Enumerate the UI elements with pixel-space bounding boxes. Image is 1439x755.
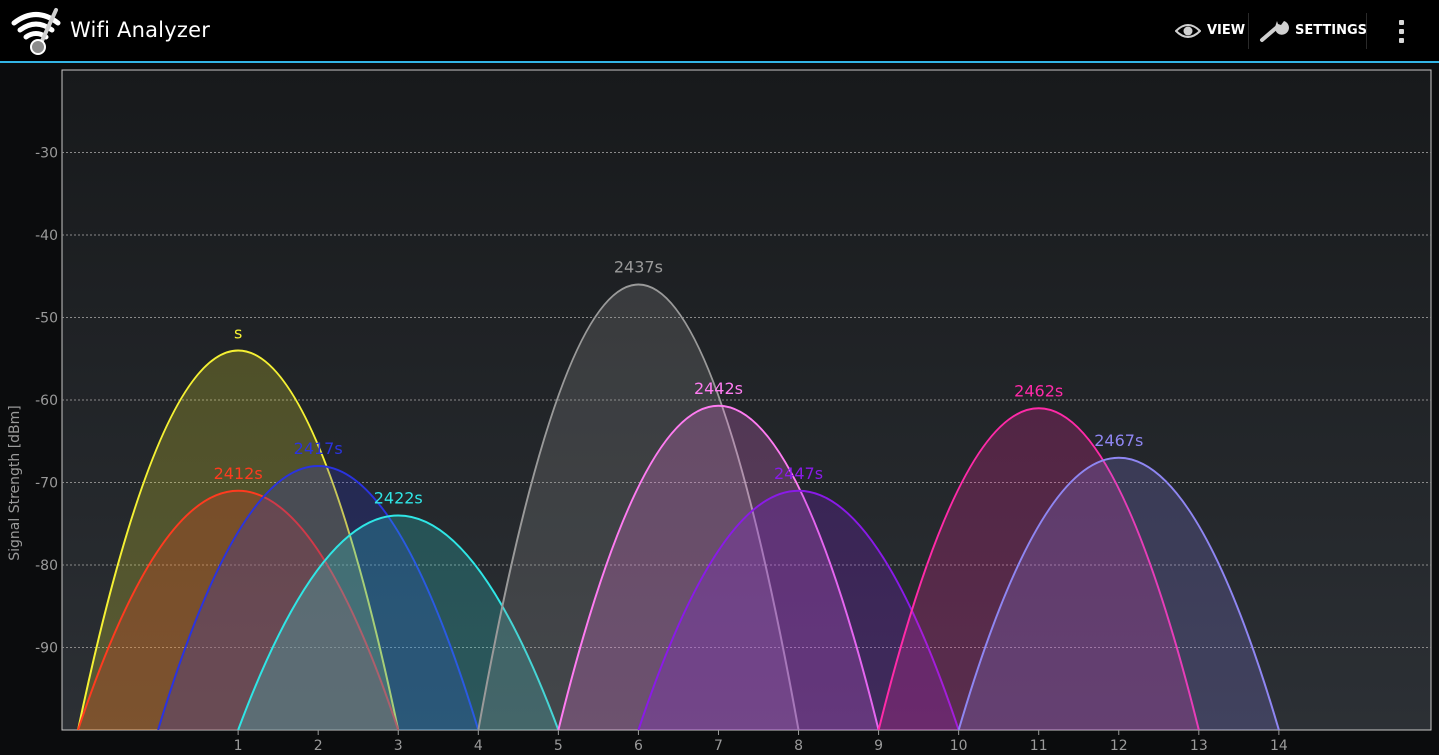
- x-tick-label: 10: [950, 738, 968, 754]
- x-tick-label: 9: [874, 738, 883, 754]
- y-tick-label: -40: [35, 228, 58, 244]
- x-tick-label: 6: [634, 738, 643, 754]
- y-axis-title: Signal Strength [dBm]: [7, 405, 23, 561]
- network-label: s: [234, 324, 242, 343]
- x-tick-label: 8: [794, 738, 803, 754]
- eye-icon: [1175, 23, 1201, 38]
- x-tick-label: 1: [234, 738, 243, 754]
- network-label: 2412s: [214, 464, 263, 483]
- x-tick-label: 4: [474, 738, 483, 754]
- overflow-menu-icon[interactable]: [1390, 0, 1414, 61]
- action-bar: Wifi Analyzer VIEW SETTINGS: [0, 0, 1439, 61]
- y-tick-label: -70: [35, 476, 58, 492]
- x-tick-label: 12: [1110, 738, 1128, 754]
- view-button[interactable]: VIEW: [1175, 0, 1245, 61]
- y-tick-label: -50: [35, 311, 58, 327]
- network-label: 2437s: [614, 258, 663, 277]
- y-tick-label: -30: [35, 146, 58, 162]
- x-tick-label: 3: [394, 738, 403, 754]
- action-separator: [1248, 13, 1249, 49]
- network-label: 2467s: [1094, 431, 1143, 450]
- settings-label: SETTINGS: [1295, 23, 1368, 38]
- wifi-analyzer-icon[interactable]: [10, 6, 62, 58]
- network-label: 2442s: [694, 379, 743, 398]
- wrench-icon: [1260, 20, 1289, 42]
- x-tick-label: 14: [1270, 738, 1288, 754]
- x-tick-label: 11: [1030, 738, 1048, 754]
- x-tick-label: 2: [314, 738, 323, 754]
- network-label: 2417s: [294, 439, 343, 458]
- y-tick-label: -80: [35, 558, 58, 574]
- network-label: 2462s: [1014, 381, 1063, 400]
- x-tick-label: 7: [714, 738, 723, 754]
- x-tick-label: 5: [554, 738, 563, 754]
- view-label: VIEW: [1207, 23, 1246, 38]
- signal-chart: s 2412s 2417s 2422s 2437s 2442s 2447s 2462s 2467…: [0, 63, 1439, 755]
- network-label: 2422s: [374, 489, 423, 508]
- action-separator: [1366, 13, 1367, 49]
- network-label: 2447s: [774, 464, 823, 483]
- settings-button[interactable]: SETTINGS: [1259, 0, 1367, 61]
- app-title: Wifi Analyzer: [70, 18, 211, 42]
- x-tick-label: 13: [1190, 738, 1208, 754]
- y-tick-label: -60: [35, 393, 58, 409]
- channel-graph: s2412s2417s2422s2437s2442s2447s2462s2467…: [35, 69, 1432, 754]
- y-tick-label: -90: [35, 641, 58, 657]
